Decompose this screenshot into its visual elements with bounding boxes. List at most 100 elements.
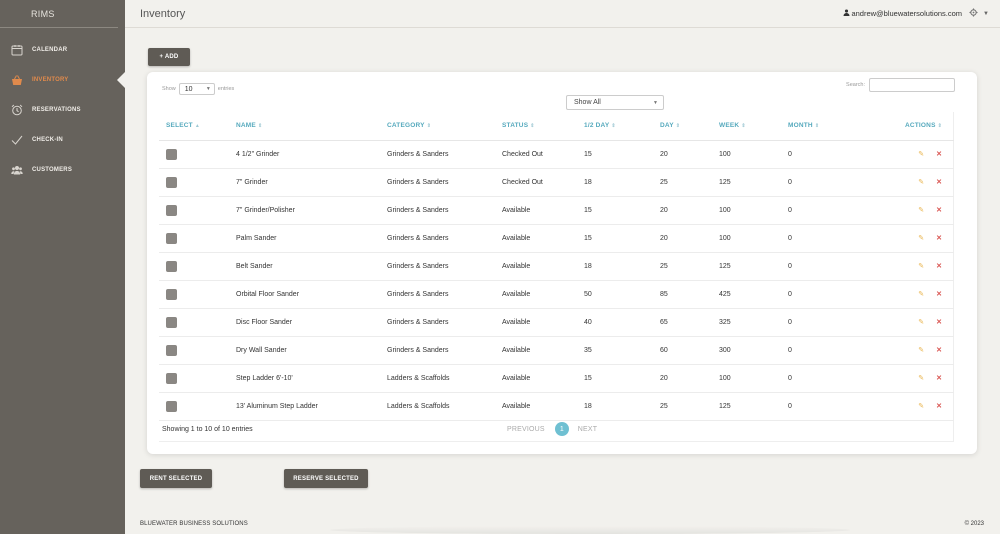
week-cell: 300 (719, 336, 788, 365)
week-cell: 100 (719, 140, 788, 169)
category-cell: Grinders & Sanders (387, 224, 502, 253)
week-cell: 325 (719, 308, 788, 337)
name-cell: Belt Sander (236, 252, 387, 281)
delete-icon[interactable]: ✕ (936, 291, 942, 298)
status-filter-select[interactable]: Show All ▼ (566, 95, 664, 110)
user-menu[interactable]: andrew@bluewatersolutions.com ▼ (843, 8, 989, 19)
table-row: 7" Grinder Grinders & Sanders Checked Out 1… (159, 168, 954, 197)
row-select-checkbox[interactable] (166, 148, 177, 160)
delete-icon[interactable]: ✕ (936, 347, 942, 354)
entries-select[interactable]: 10 ▼ (178, 83, 215, 95)
edit-icon[interactable]: ✎ (918, 179, 924, 186)
half-day-cell: 40 (584, 308, 660, 337)
entries-select-value: 10 (184, 85, 193, 93)
sort-icon: ⇕ (426, 123, 432, 130)
half-day-cell: 15 (584, 196, 660, 225)
edit-icon[interactable]: ✎ (918, 375, 924, 382)
delete-icon[interactable]: ✕ (936, 235, 942, 242)
edit-icon[interactable]: ✎ (918, 263, 924, 270)
edit-icon[interactable]: ✎ (918, 291, 924, 298)
add-button[interactable]: + ADD (148, 48, 190, 66)
delete-icon[interactable]: ✕ (936, 179, 942, 186)
footer-shadow (330, 526, 850, 534)
status-cell: Checked Out (502, 140, 584, 169)
caret-down-icon[interactable]: ▼ (983, 11, 989, 17)
actions-cell: ✎ ✕ (888, 140, 954, 169)
name-cell: 7" Grinder (236, 168, 387, 197)
row-select-checkbox[interactable] (166, 400, 177, 412)
sidebar-item-customers[interactable]: CUSTOMERS (0, 155, 125, 185)
row-select-checkbox[interactable] (166, 372, 177, 384)
delete-icon[interactable]: ✕ (936, 207, 942, 214)
reserve-selected-button[interactable]: RESERVE SELECTED (284, 469, 368, 488)
sidebar-item-reservations[interactable]: RESERVATIONS (0, 95, 125, 125)
search-input[interactable] (869, 78, 955, 92)
row-select-checkbox[interactable] (166, 260, 177, 272)
column-header-category[interactable]: CATEGORY ⇕ (387, 112, 502, 141)
edit-icon[interactable]: ✎ (918, 235, 924, 242)
basket-icon (11, 74, 23, 86)
row-select-checkbox[interactable] (166, 232, 177, 244)
day-cell: 20 (660, 364, 719, 393)
row-select-checkbox[interactable] (166, 204, 177, 216)
table-row: 7" Grinder/Polisher Grinders & Sanders Ava… (159, 196, 954, 225)
column-header-half-day[interactable]: 1/2 DAY ⇕ (584, 112, 660, 141)
delete-icon[interactable]: ✕ (936, 375, 942, 382)
column-header-day[interactable]: DAY ⇕ (660, 112, 719, 141)
column-header-select[interactable]: SELECT ▲ (159, 112, 236, 141)
gear-icon[interactable] (969, 8, 978, 19)
category-cell: Grinders & Sanders (387, 140, 502, 169)
search-control: Search: (846, 78, 955, 92)
table-row: Belt Sander Grinders & Sanders Available 18… (159, 252, 954, 281)
edit-icon[interactable]: ✎ (918, 207, 924, 214)
edit-icon[interactable]: ✎ (918, 347, 924, 354)
half-day-cell: 18 (584, 252, 660, 281)
sidebar-item-calendar[interactable]: CALENDAR (0, 35, 125, 65)
category-cell: Ladders & Scaffolds (387, 364, 502, 393)
row-select-checkbox[interactable] (166, 288, 177, 300)
edit-icon[interactable]: ✎ (918, 151, 924, 158)
pagination-next[interactable]: NEXT (578, 426, 597, 433)
day-cell: 65 (660, 308, 719, 337)
user-email[interactable]: andrew@bluewatersolutions.com (851, 9, 962, 18)
row-select-checkbox[interactable] (166, 176, 177, 188)
select-cell (159, 252, 236, 281)
actions-cell: ✎ ✕ (888, 364, 954, 393)
column-header-name[interactable]: NAME ⇕ (236, 112, 387, 141)
edit-icon[interactable]: ✎ (918, 319, 924, 326)
delete-icon[interactable]: ✕ (936, 151, 942, 158)
sidebar-item-inventory[interactable]: INVENTORY (0, 65, 125, 95)
sidebar-item-label: CALENDAR (32, 47, 68, 53)
edit-icon[interactable]: ✎ (918, 403, 924, 410)
week-cell: 425 (719, 280, 788, 309)
sort-icon: ⇕ (611, 123, 616, 130)
select-cell (159, 224, 236, 253)
column-header-status[interactable]: STATUS ⇕ (502, 112, 584, 141)
status-cell: Available (502, 252, 584, 281)
column-header-week[interactable]: WEEK ⇕ (719, 112, 788, 141)
pagination-previous[interactable]: PREVIOUS (507, 426, 545, 433)
rent-selected-button[interactable]: RENT SELECTED (140, 469, 212, 488)
half-day-cell: 18 (584, 392, 660, 421)
category-cell: Grinders & Sanders (387, 196, 502, 225)
name-cell: Step Ladder 6'-10' (236, 364, 387, 393)
month-cell: 0 (788, 336, 888, 365)
table-row: Palm Sander Grinders & Sanders Available 15… (159, 224, 954, 253)
column-header-month[interactable]: MONTH ⇕ (788, 112, 888, 141)
status-cell: Available (502, 280, 584, 309)
inventory-card: Show 10 ▼ entries Search: Show All ▼ SEL… (147, 72, 977, 454)
column-header-actions[interactable]: ACTIONS ⇕ (888, 112, 954, 141)
pagination: PREVIOUS 1 NEXT (507, 422, 597, 436)
row-select-checkbox[interactable] (166, 344, 177, 356)
row-select-checkbox[interactable] (166, 316, 177, 328)
delete-icon[interactable]: ✕ (936, 319, 942, 326)
day-cell: 25 (660, 168, 719, 197)
brand-logo[interactable]: RIMS (0, 0, 118, 28)
sidebar-item-check-in[interactable]: CHECK-IN (0, 125, 125, 155)
table-header-row: SELECT ▲ NAME ⇕ CATEGORY ⇕ STATUS ⇕ 1/2 DAY ⇕… (159, 112, 954, 141)
month-cell: 0 (788, 364, 888, 393)
delete-icon[interactable]: ✕ (936, 263, 942, 270)
name-cell: Palm Sander (236, 224, 387, 253)
delete-icon[interactable]: ✕ (936, 403, 942, 410)
pagination-page-current[interactable]: 1 (554, 422, 569, 436)
